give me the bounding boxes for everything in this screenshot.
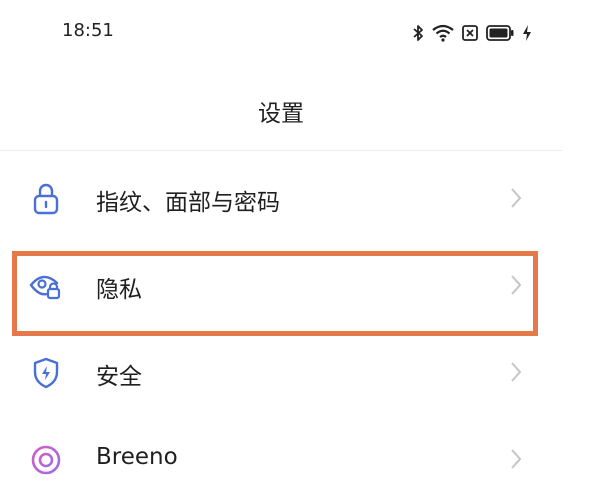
wifi-icon — [432, 24, 454, 42]
settings-item-label: 指纹、面部与密码 — [96, 190, 280, 216]
chevron-right-icon — [511, 362, 522, 382]
breeno-icon — [28, 442, 64, 478]
status-icons — [412, 22, 532, 44]
chevron-right-icon — [511, 275, 522, 295]
shield-bolt-icon — [28, 355, 64, 391]
settings-item-label: 隐私 — [96, 277, 142, 303]
battery-icon — [486, 25, 514, 41]
title-bar: 设置 — [0, 66, 562, 151]
settings-item-label: Breeno — [96, 444, 178, 470]
lock-icon — [28, 181, 64, 217]
status-bar: 18:51 — [0, 0, 592, 66]
status-time: 18:51 — [62, 20, 114, 41]
settings-list: 指纹、面部与密码 隐私 安全 Breeno — [0, 155, 562, 503]
chevron-right-icon — [511, 449, 522, 469]
settings-item-security[interactable]: 安全 — [0, 329, 562, 416]
page-title: 设置 — [258, 101, 304, 127]
settings-item-label: 安全 — [96, 364, 142, 390]
no-sim-icon — [462, 25, 478, 41]
settings-item-fingerprint-face-password[interactable]: 指纹、面部与密码 — [0, 155, 562, 242]
privacy-eye-lock-icon — [28, 268, 64, 304]
settings-item-breeno[interactable]: Breeno — [0, 416, 562, 503]
chevron-right-icon — [511, 188, 522, 208]
bluetooth-icon — [413, 25, 423, 41]
settings-item-privacy[interactable]: 隐私 — [0, 242, 562, 329]
charging-icon — [523, 25, 531, 41]
